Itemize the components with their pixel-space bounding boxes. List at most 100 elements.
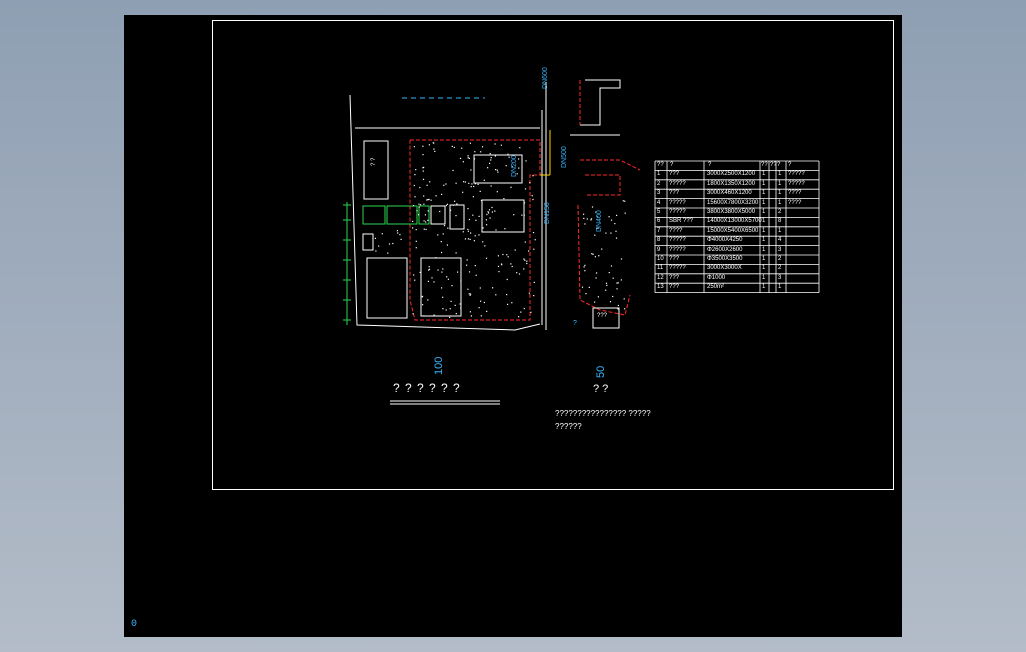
pipe-label-5: DN400 [596,210,603,232]
table-header-cell: ? [708,162,712,168]
hatch-dot [467,228,469,230]
hatch-dot [449,308,451,310]
table-cell: ????? [669,237,686,244]
table-cell: Φ3500X3500 [707,256,743,262]
hatch-dot [474,265,476,267]
hatch-dot [467,208,469,210]
hatch-dot [434,150,436,152]
hatch-dot [462,161,464,163]
hatch-dot [614,223,616,225]
hatch-dot [532,232,535,234]
hatch-dot [584,223,586,225]
hatch-dot [400,238,402,240]
hatch-dot [468,157,470,159]
hatch-dot [435,195,437,197]
hatch-dot [588,286,590,288]
table-cell: 1 [762,180,766,187]
hatch-dot [413,146,415,148]
hatch-dot [442,268,444,270]
hatch-dot [418,203,420,205]
hatch-dot [489,153,491,155]
hatch-dot [469,238,471,240]
hatch-dot [442,308,444,310]
hatch-dot [490,157,492,159]
hatch-dot [424,214,426,216]
hatch-dots [374,142,626,318]
hatch-dot [494,143,496,145]
hatch-dot [478,215,480,217]
table-cell: ????? [788,180,805,187]
hatch-dot [392,242,394,245]
hatch-dot [594,301,596,303]
table-cell: ????? [669,199,686,206]
hatch-dot [591,253,593,255]
table-cell: 1 [778,171,782,178]
hatch-dot [445,183,447,185]
hatch-dot [413,274,415,276]
hatch-dot [452,169,454,172]
hatch-dot [616,282,618,284]
hatch-dot [511,302,513,304]
hatch-dot [412,313,414,315]
hatch-dot [447,227,449,229]
hatch-dot [518,273,521,275]
hatch-dot [433,142,435,144]
hatch-dot [442,296,444,298]
table-header-cell: ? [670,162,674,168]
hatch-dot [523,258,525,260]
hatch-dot [441,287,443,289]
tank-large [366,257,408,319]
hatch-dot [426,199,428,201]
hatch-dot [381,233,383,235]
hatch-dot [620,279,622,281]
hatch-dot [594,256,596,258]
hatch-dot [480,199,483,201]
table-cell: 4 [657,199,661,206]
hatch-dot [429,181,431,183]
table-cell: Φ2600X2600 [707,246,743,253]
scale-bars [390,400,500,405]
table-cell: 10 [657,256,664,262]
hatch-dot [620,258,623,260]
table-cell: 8 [778,218,782,225]
hatch-dot [454,200,456,202]
pipe-label-1: DN600 [542,67,549,89]
table-header-cell: ? [777,162,781,168]
hatch-dot [427,219,429,221]
neighbor-building [580,79,621,126]
hatch-dot [485,219,487,221]
table-cell: 1 [762,237,766,244]
table-cell: ????? [669,209,686,215]
table-cell: 3 [778,246,782,253]
hatch-dot [624,212,626,214]
hatch-dot [480,300,482,302]
table-cell: 1 [762,190,766,197]
hatch-dot [523,202,526,204]
hatch-dot [455,182,457,184]
hatch-dot [513,214,515,216]
hatch-dot [428,268,431,270]
hatch-dot [443,225,446,227]
hatch-dot [460,280,462,282]
hatch-dot [523,268,525,270]
scale-value-right: 50 [595,365,607,378]
table-cell: 6 [657,218,661,225]
hatch-dot [605,289,607,291]
table-cell: SBR ??? [669,218,694,225]
hatch-dot [490,159,492,161]
hatch-dot [532,198,534,201]
hatch-dot [433,314,435,316]
hatch-dot [511,265,513,268]
hatch-dot [427,280,429,282]
hatch-dot [510,263,512,265]
table-cell: 1 [762,227,766,234]
hatch-dot [418,214,420,216]
table-cell: 3800X3800X5000 [707,209,756,215]
hatch-dot [468,293,470,295]
hatch-dot [531,195,533,197]
pipe-label-4: DN150 [544,202,551,224]
table-cell: 1 [762,246,766,253]
hatch-dot [374,237,376,239]
hatch-dot [473,240,475,242]
hatch-dot [427,210,429,212]
